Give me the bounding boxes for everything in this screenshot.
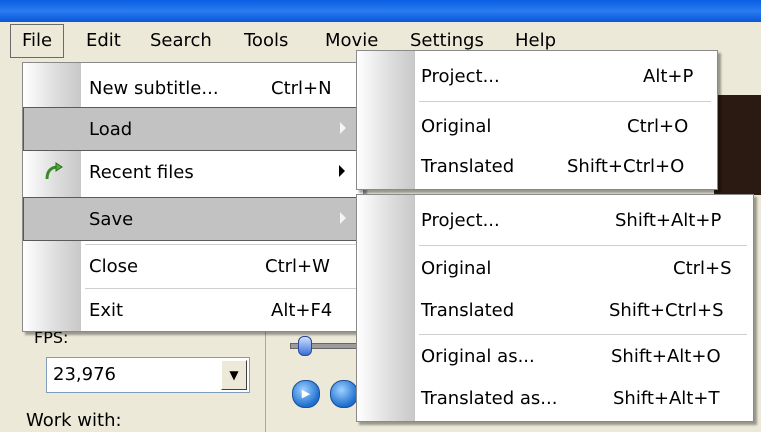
menu-item-load-original[interactable]: Original Ctrl+O	[357, 105, 717, 149]
pause-icon[interactable]	[330, 380, 358, 408]
menu-item-shortcut: Shift+Alt+O	[611, 346, 721, 367]
playback-group	[265, 320, 366, 432]
menu-item-shortcut: Shift+Ctrl+S	[609, 300, 724, 321]
menu-item-save-translated-as[interactable]: Translated as... Shift+Alt+T	[357, 377, 753, 421]
menu-item-shortcut: Shift+Alt+T	[613, 388, 720, 409]
menu-tools-label: Tools	[244, 30, 289, 51]
menu-item-exit[interactable]: Exit Alt+F4	[23, 289, 363, 333]
menu-item-load[interactable]: Load	[23, 107, 363, 151]
menu-item-close[interactable]: Close Ctrl+W	[23, 245, 363, 289]
menu-item-label: Translated	[421, 300, 515, 321]
work-with-label: Work with:	[26, 410, 122, 431]
menu-item-recent-files[interactable]: Recent files	[23, 151, 363, 195]
menu-item-shortcut: Ctrl+O	[627, 116, 689, 137]
file-menu: New subtitle... Ctrl+N Load Recent files…	[22, 62, 364, 332]
menu-item-label: Original as...	[421, 346, 535, 367]
menu-item-label: Exit	[89, 300, 124, 321]
menu-item-save-original[interactable]: Original Ctrl+S	[357, 247, 753, 291]
menu-item-shortcut: Ctrl+S	[673, 258, 732, 279]
menu-search[interactable]: Search	[150, 22, 212, 60]
recent-arrow-icon	[45, 162, 63, 180]
menu-file-label: File	[21, 30, 53, 51]
menu-item-label: Recent files	[89, 162, 194, 183]
video-preview	[714, 95, 761, 195]
menu-item-shortcut: Shift+Ctrl+O	[567, 156, 685, 177]
save-submenu: Project... Shift+Alt+P Original Ctrl+S T…	[356, 194, 754, 422]
window-titlebar	[0, 0, 761, 22]
menu-settings-label: Settings	[410, 30, 484, 51]
submenu-arrow-icon	[340, 122, 346, 134]
menu-item-shortcut: Alt+F4	[271, 300, 333, 321]
fps-combobox[interactable]: 23,976 ▼	[46, 357, 250, 393]
menu-item-label: Original	[421, 116, 492, 137]
menu-item-load-project[interactable]: Project... Alt+P	[357, 55, 717, 99]
menu-item-new-subtitle[interactable]: New subtitle... Ctrl+N	[23, 67, 363, 111]
menu-search-label: Search	[150, 30, 212, 51]
fps-value: 23,976	[53, 364, 116, 385]
menu-item-label: New subtitle...	[89, 78, 219, 99]
menu-item-save-original-as[interactable]: Original as... Shift+Alt+O	[357, 335, 753, 379]
menu-item-label: Close	[89, 256, 139, 277]
load-submenu: Project... Alt+P Original Ctrl+O Transla…	[356, 50, 718, 190]
menu-item-load-translated[interactable]: Translated Shift+Ctrl+O	[357, 145, 717, 189]
submenu-arrow-icon	[340, 212, 346, 224]
menu-movie-label: Movie	[325, 30, 379, 51]
menu-item-label: Save	[89, 209, 134, 230]
menu-file[interactable]: File	[10, 24, 64, 58]
menu-item-shortcut: Ctrl+N	[271, 78, 332, 99]
menu-item-label: Translated as...	[421, 388, 558, 409]
chevron-down-icon[interactable]: ▼	[221, 360, 247, 390]
menu-item-shortcut: Ctrl+W	[265, 256, 330, 277]
menu-item-save-project[interactable]: Project... Shift+Alt+P	[357, 199, 753, 243]
menu-help-label: Help	[515, 30, 557, 51]
menu-item-label: Load	[89, 119, 133, 140]
menu-separator	[419, 245, 747, 246]
menu-item-shortcut: Shift+Alt+P	[615, 210, 722, 231]
menu-item-save-translated[interactable]: Translated Shift+Ctrl+S	[357, 289, 753, 333]
menu-edit-label: Edit	[86, 30, 121, 51]
menu-separator	[419, 101, 711, 102]
menu-item-label: Original	[421, 258, 492, 279]
menu-item-save[interactable]: Save	[23, 197, 363, 241]
menu-item-label: Translated	[421, 156, 515, 177]
slider-knob[interactable]	[298, 336, 312, 356]
menu-item-label: Project...	[421, 66, 500, 87]
submenu-arrow-icon	[339, 165, 345, 177]
menu-item-label: Project...	[421, 210, 500, 231]
menu-tools[interactable]: Tools	[244, 22, 288, 60]
menu-edit[interactable]: Edit	[86, 22, 121, 60]
menu-item-shortcut: Alt+P	[643, 66, 694, 87]
play-icon[interactable]: ▶	[292, 380, 320, 408]
